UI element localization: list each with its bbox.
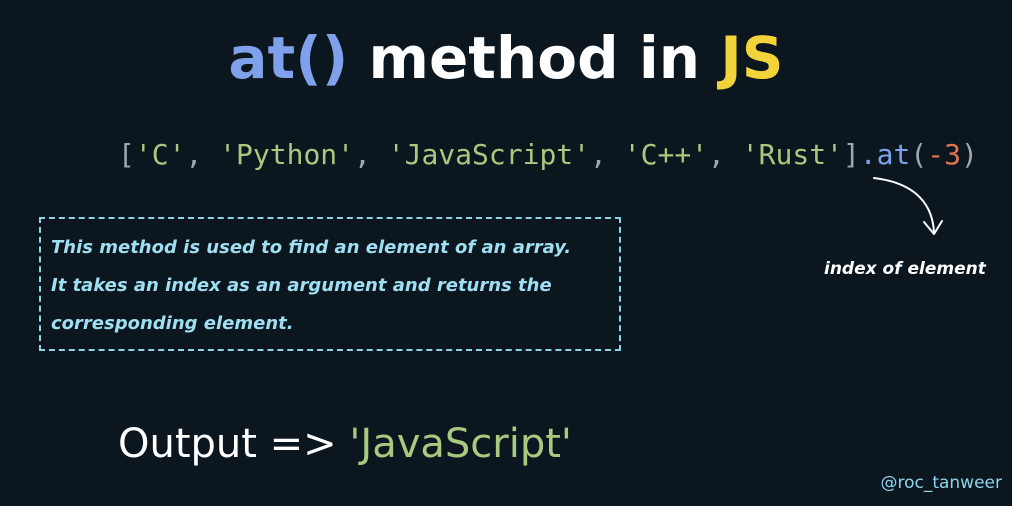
author-handle: @roc_tanweer — [880, 473, 1002, 493]
title-middle-text: method in — [348, 24, 721, 92]
title-method-name: at() — [228, 24, 349, 92]
output-line: Output => 'JavaScript' — [118, 416, 572, 472]
description-box: This method is used to find an element o… — [39, 217, 621, 351]
code-argument: -3 — [927, 138, 961, 171]
code-item-python: 'Python' — [219, 138, 355, 171]
annotation-label: index of element — [824, 259, 986, 279]
description-line: This method is used to find an element o… — [51, 237, 572, 258]
output-value: 'JavaScript' — [349, 421, 572, 467]
code-item-rust: 'Rust' — [741, 138, 843, 171]
curved-arrow-icon — [873, 177, 943, 235]
code-separator: , — [185, 138, 220, 171]
output-label: Output => — [118, 421, 350, 467]
code-paren-open: ( — [910, 138, 928, 171]
description-text: This method is used to find an element o… — [51, 229, 621, 343]
code-separator: , — [708, 138, 742, 171]
code-paren-close: ) — [960, 138, 978, 171]
code-open-bracket: [ — [118, 138, 135, 171]
code-item-javascript: 'JavaScript' — [387, 138, 591, 171]
description-line: corresponding element. — [51, 313, 294, 334]
page-title: at() method in JS — [0, 18, 1012, 98]
title-language: JS — [720, 24, 784, 92]
code-separator: , — [354, 138, 388, 171]
code-close-bracket: ] — [842, 138, 860, 171]
code-item-cpp: 'C++' — [623, 138, 709, 171]
code-item-c: 'C' — [134, 138, 186, 171]
code-method: .at — [859, 138, 911, 171]
code-example: ['C', 'Python', 'JavaScript', 'C++', 'Ru… — [118, 135, 978, 175]
description-line: It takes an index as an argument and ret… — [51, 275, 552, 296]
code-separator: , — [590, 138, 624, 171]
